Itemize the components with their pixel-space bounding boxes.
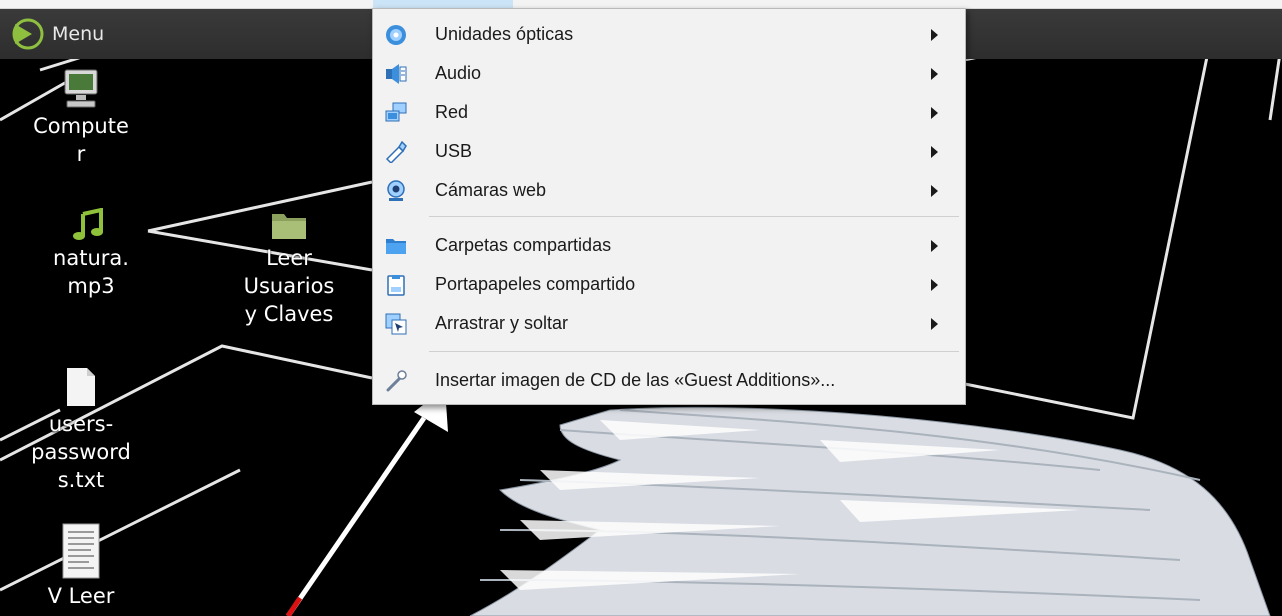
- devices-menu-active-tab[interactable]: [373, 0, 513, 8]
- desktop-icon-v-leer[interactable]: V Leer: [20, 522, 142, 610]
- drag-drop-icon: [385, 313, 407, 335]
- music-file-icon: [73, 208, 103, 240]
- submenu-arrow-icon: [931, 29, 938, 41]
- submenu-arrow-icon: [931, 318, 938, 330]
- menu-item-usb[interactable]: USB: [373, 132, 965, 170]
- menu-label: Menu: [52, 23, 105, 45]
- menu-item-label: USB: [435, 141, 473, 161]
- document-icon: [62, 523, 100, 579]
- guest-additions-cd-icon: [386, 370, 407, 392]
- menu-item-shared-folders[interactable]: Carpetas compartidas: [373, 226, 965, 264]
- text-file-icon: [67, 368, 95, 406]
- menu-item-label: Arrastrar y soltar: [435, 313, 569, 333]
- menu-item-label: Insertar imagen de CD de las «Guest Addi…: [435, 370, 836, 390]
- submenu-arrow-icon: [931, 279, 938, 291]
- computer-icon: [64, 69, 98, 108]
- start-menu-button[interactable]: Menu: [10, 18, 105, 50]
- devices-popup-menu: Unidades ópticas Audio Red USB Cámaras w…: [372, 8, 966, 405]
- menu-item-label: Audio: [435, 63, 482, 83]
- menu-item-network[interactable]: Red: [373, 93, 965, 131]
- menu-separator: [429, 351, 959, 352]
- desktop-icon-label: Leer Usuarios y Claves: [243, 246, 335, 326]
- desktop-icon-users-passwords[interactable]: users- password s.txt: [20, 366, 142, 494]
- menu-separator: [429, 216, 959, 217]
- desktop-icon-label: users- password s.txt: [31, 412, 131, 492]
- menu-item-label: Unidades ópticas: [435, 24, 574, 44]
- usb-icon: [385, 141, 407, 163]
- webcam-icon: [387, 180, 405, 201]
- menu-item-drag-and-drop[interactable]: Arrastrar y soltar: [373, 304, 965, 342]
- desktop-icon-label: V Leer: [47, 584, 115, 608]
- menu-item-label: Carpetas compartidas: [435, 235, 612, 255]
- submenu-arrow-icon: [931, 185, 938, 197]
- network-icon: [385, 102, 407, 122]
- desktop-icon-leer-usuarios[interactable]: Leer Usuarios y Claves: [228, 208, 350, 328]
- desktop-icon-natura-mp3[interactable]: natura. mp3: [30, 208, 152, 300]
- mint-logo-icon: [12, 18, 44, 50]
- menu-item-label: Cámaras web: [435, 180, 547, 200]
- submenu-arrow-icon: [931, 240, 938, 252]
- submenu-arrow-icon: [931, 68, 938, 80]
- folder-icon: [272, 214, 306, 239]
- menu-item-webcams[interactable]: Cámaras web: [373, 171, 965, 209]
- menu-item-optical-drives[interactable]: Unidades ópticas: [373, 15, 965, 53]
- desktop-icon-label: natura. mp3: [53, 246, 129, 298]
- submenu-arrow-icon: [931, 146, 938, 158]
- menu-item-label: Red: [435, 102, 469, 122]
- menu-item-label: Portapapeles compartido: [435, 274, 636, 294]
- desktop-icon-label: Compute r: [33, 114, 129, 166]
- desktop-icon-computer[interactable]: Compute r: [20, 68, 142, 168]
- audio-icon: [386, 64, 407, 84]
- optical-disc-icon: [386, 25, 406, 45]
- clipboard-icon: [387, 275, 405, 296]
- annotation-arrow: [285, 388, 448, 616]
- shared-folder-icon: [386, 239, 406, 254]
- menu-item-audio[interactable]: Audio: [373, 54, 965, 92]
- menu-item-insert-guest-additions-cd[interactable]: Insertar imagen de CD de las «Guest Addi…: [373, 361, 965, 399]
- submenu-arrow-icon: [931, 107, 938, 119]
- menu-item-shared-clipboard[interactable]: Portapapeles compartido: [373, 265, 965, 303]
